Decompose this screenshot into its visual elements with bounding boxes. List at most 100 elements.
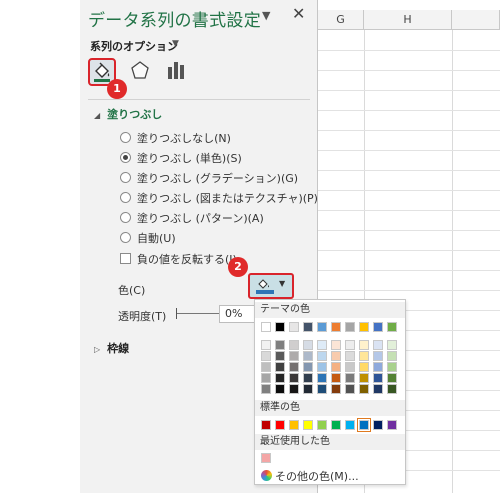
theme-shade-swatch[interactable] — [331, 340, 341, 350]
theme-shade-swatch[interactable] — [317, 373, 327, 383]
theme-shade-swatch[interactable] — [275, 362, 285, 372]
standard-color-swatch[interactable] — [303, 420, 313, 430]
theme-shade-swatch[interactable] — [359, 351, 369, 361]
theme-shade-swatch[interactable] — [317, 384, 327, 394]
theme-shade-swatch[interactable] — [331, 384, 341, 394]
theme-color-swatch[interactable] — [373, 322, 383, 332]
transparency-slider[interactable] — [177, 313, 219, 314]
theme-shade-swatch[interactable] — [289, 384, 299, 394]
theme-shade-swatch[interactable] — [387, 384, 397, 394]
theme-shade-swatch[interactable] — [331, 362, 341, 372]
theme-color-swatch[interactable] — [345, 322, 355, 332]
theme-shade-swatch[interactable] — [373, 351, 383, 361]
theme-shade-swatch[interactable] — [289, 340, 299, 350]
pane-options-dropdown-icon[interactable]: ▼ — [262, 9, 270, 22]
theme-shade-swatch[interactable] — [345, 351, 355, 361]
theme-shade-swatch[interactable] — [387, 373, 397, 383]
theme-shade-swatch[interactable] — [261, 384, 271, 394]
radio-picture-fill[interactable]: 塗りつぶし (図またはテクスチャ)(P) — [120, 190, 318, 206]
theme-shade-swatch[interactable] — [359, 340, 369, 350]
theme-shade-swatch[interactable] — [359, 384, 369, 394]
standard-color-swatch[interactable] — [317, 420, 327, 430]
column-header-h[interactable]: H — [364, 10, 452, 30]
series-options-tab[interactable] — [164, 58, 192, 86]
radio-gradient-fill[interactable]: 塗りつぶし (グラデーション)(G) — [120, 170, 298, 186]
standard-color-swatch[interactable] — [357, 418, 371, 432]
theme-color-swatch[interactable] — [387, 322, 397, 332]
theme-shade-swatch[interactable] — [261, 340, 271, 350]
theme-color-swatch[interactable] — [317, 322, 327, 332]
theme-shade-swatch[interactable] — [359, 373, 369, 383]
fill-section-header[interactable]: ◢ 塗りつぶし — [94, 106, 162, 122]
standard-color-swatch[interactable] — [345, 420, 355, 430]
theme-shade-swatch[interactable] — [345, 384, 355, 394]
theme-color-swatch[interactable] — [331, 322, 341, 332]
radio-no-fill[interactable]: 塗りつぶしなし(N) — [120, 130, 231, 146]
radio-automatic-fill[interactable]: 自動(U) — [120, 230, 176, 246]
theme-shade-swatch[interactable] — [261, 373, 271, 383]
theme-shade-swatch[interactable] — [303, 351, 313, 361]
standard-color-swatch[interactable] — [331, 420, 341, 430]
grid-line — [318, 210, 500, 211]
theme-shade-swatch[interactable] — [373, 373, 383, 383]
theme-shade-swatch[interactable] — [387, 362, 397, 372]
standard-color-swatch[interactable] — [289, 420, 299, 430]
theme-color-swatch[interactable] — [261, 322, 271, 332]
close-icon[interactable]: ✕ — [292, 4, 305, 23]
column-header-g[interactable]: G — [318, 10, 364, 30]
theme-shade-swatch[interactable] — [275, 351, 285, 361]
theme-color-swatch[interactable] — [359, 322, 369, 332]
transparency-label: 透明度(T) — [118, 310, 167, 323]
effects-tab[interactable] — [128, 58, 156, 86]
chevron-down-icon[interactable]: ▼ — [172, 39, 179, 49]
standard-color-swatch[interactable] — [373, 420, 383, 430]
border-section-header[interactable]: ▷ 枠線 — [94, 340, 129, 356]
theme-shade-swatch[interactable] — [303, 362, 313, 372]
radio-solid-fill[interactable]: 塗りつぶし (単色)(S) — [120, 150, 242, 166]
theme-shade-swatch[interactable] — [345, 373, 355, 383]
recent-colors-header: 最近使用した色 — [255, 434, 405, 450]
fill-color-button[interactable]: ▼ — [248, 273, 294, 299]
theme-shade-swatch[interactable] — [303, 384, 313, 394]
theme-shade-swatch[interactable] — [317, 362, 327, 372]
theme-shade-swatch[interactable] — [275, 384, 285, 394]
theme-shade-swatch[interactable] — [373, 384, 383, 394]
series-options-dropdown[interactable]: 系列のオプション — [90, 38, 178, 54]
theme-shade-swatch[interactable] — [275, 373, 285, 383]
theme-shade-swatch[interactable] — [303, 340, 313, 350]
theme-shade-swatch[interactable] — [289, 373, 299, 383]
theme-shade-swatch[interactable] — [387, 351, 397, 361]
theme-shade-swatch[interactable] — [275, 340, 285, 350]
theme-shade-swatch[interactable] — [289, 362, 299, 372]
theme-shade-swatch[interactable] — [345, 340, 355, 350]
transparency-input[interactable]: 0% — [219, 305, 259, 323]
theme-shade-swatch[interactable] — [359, 362, 369, 372]
more-colors-label: その他の色(M)... — [275, 470, 359, 483]
standard-color-swatch[interactable] — [275, 420, 285, 430]
theme-shade-swatch[interactable] — [331, 351, 341, 361]
theme-color-swatch[interactable] — [275, 322, 285, 332]
theme-shade-swatch[interactable] — [387, 340, 397, 350]
theme-shade-swatch[interactable] — [331, 373, 341, 383]
theme-shade-swatch[interactable] — [261, 351, 271, 361]
column-header-next[interactable] — [452, 10, 500, 30]
recent-color-swatch[interactable] — [261, 453, 271, 463]
theme-color-swatch[interactable] — [289, 322, 299, 332]
radio-pattern-fill[interactable]: 塗りつぶし (パターン)(A) — [120, 210, 264, 226]
standard-color-swatch[interactable] — [261, 420, 271, 430]
theme-shade-swatch[interactable] — [373, 362, 383, 372]
radio-label: 塗りつぶし (図またはテクスチャ)(P) — [137, 192, 318, 205]
theme-shade-swatch[interactable] — [373, 340, 383, 350]
invert-if-negative-checkbox[interactable]: 負の値を反転する(I) — [120, 251, 237, 267]
theme-shade-swatch[interactable] — [289, 351, 299, 361]
theme-color-swatch[interactable] — [303, 322, 313, 332]
more-colors-button[interactable]: その他の色(M)... — [261, 468, 359, 484]
theme-shade-swatch[interactable] — [345, 362, 355, 372]
theme-shade-swatch[interactable] — [317, 351, 327, 361]
standard-color-swatch[interactable] — [387, 420, 397, 430]
theme-shade-swatch[interactable] — [317, 340, 327, 350]
theme-shade-swatch[interactable] — [261, 362, 271, 372]
theme-shade-swatch[interactable] — [303, 373, 313, 383]
grid-line — [318, 50, 500, 51]
divider — [88, 99, 310, 100]
